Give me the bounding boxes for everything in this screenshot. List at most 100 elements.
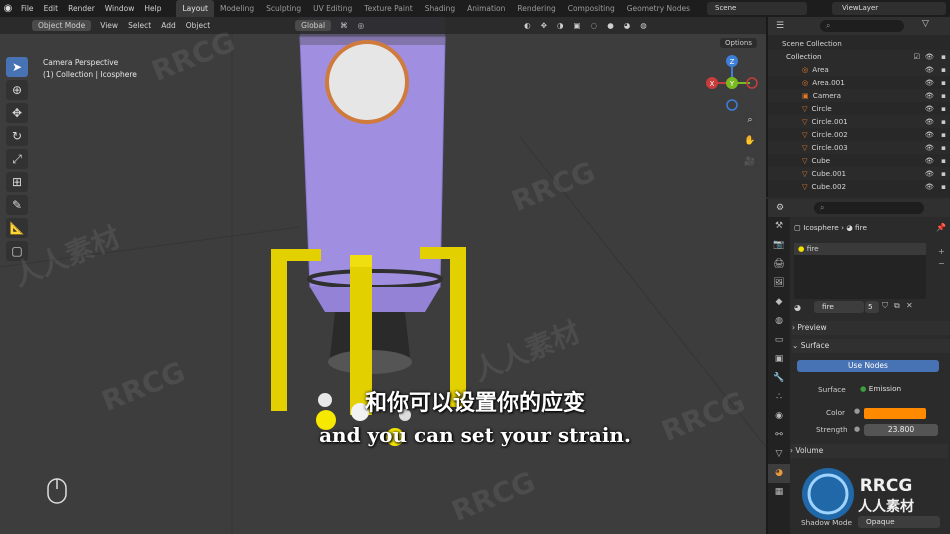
cursor-icon[interactable]: ⊕	[6, 80, 28, 100]
xray-icon[interactable]: ▣	[569, 21, 586, 30]
menu-help[interactable]: Help	[139, 0, 166, 17]
camera-render-icon[interactable]: ▪	[941, 50, 946, 63]
options-button[interactable]: Options	[720, 38, 758, 48]
modifier-tab-icon[interactable]: 🔧	[768, 369, 790, 388]
eye-icon[interactable]: 👁	[925, 115, 934, 128]
world-tab-icon[interactable]: ◍	[768, 312, 790, 331]
tab-sculpting[interactable]: Sculpting	[260, 0, 307, 17]
menu-file[interactable]: File	[16, 0, 39, 17]
color-swatch[interactable]	[864, 408, 926, 419]
select-box-icon[interactable]: ➤	[6, 57, 28, 77]
snap-icon[interactable]: ⌘	[335, 21, 353, 30]
object-tab-icon[interactable]: ▣	[768, 350, 790, 369]
use-nodes-button[interactable]: Use Nodes	[797, 360, 939, 372]
menu-object[interactable]: Object	[181, 21, 215, 30]
measure-icon[interactable]: 📐	[6, 218, 28, 238]
collection-row[interactable]: Collection ☑ 👁 ▪	[768, 50, 950, 63]
properties-search-icon[interactable]: ⌕	[814, 202, 924, 214]
annotate-icon[interactable]: ✎	[6, 195, 28, 215]
menu-add[interactable]: Add	[156, 21, 181, 30]
camera-render-icon[interactable]: ▪	[941, 115, 946, 128]
scene-selector[interactable]: Scene	[707, 2, 807, 15]
camera-view-icon[interactable]: 🎥	[742, 154, 758, 170]
camera-render-icon[interactable]: ▪	[941, 141, 946, 154]
3d-viewport[interactable]: Object Mode View Select Add Object Globa…	[0, 17, 766, 534]
camera-render-icon[interactable]: ▪	[941, 76, 946, 89]
transform-icon[interactable]: ⊞	[6, 172, 28, 192]
tab-rendering[interactable]: Rendering	[511, 0, 561, 17]
scale-icon[interactable]: ⤢	[6, 149, 28, 169]
camera-render-icon[interactable]: ▪	[941, 180, 946, 193]
proportional-edit-icon[interactable]: ◎	[353, 21, 370, 30]
tab-uv-editing[interactable]: UV Editing	[307, 0, 358, 17]
tool-tab-icon[interactable]: ⚒	[768, 217, 790, 236]
volume-panel-header[interactable]: › Volume	[790, 444, 948, 458]
navigation-gizmo[interactable]: Z Y X	[702, 53, 762, 113]
duplicate-icon[interactable]: ⧉	[894, 301, 900, 311]
collection-tab-icon[interactable]: ▭	[768, 331, 790, 350]
outliner-item[interactable]: ◎ Area.001 👁 ▪	[768, 76, 950, 89]
material-browse-icon[interactable]: ◕	[794, 303, 801, 312]
menu-select[interactable]: Select	[123, 21, 156, 30]
menu-render[interactable]: Render	[63, 0, 100, 17]
pan-hand-icon[interactable]: ✋	[742, 133, 758, 149]
outliner-item[interactable]: ▽ Cube.002 👁 ▪	[768, 180, 950, 193]
eye-icon[interactable]: 👁	[925, 154, 934, 167]
fake-user-icon[interactable]: ⛉	[882, 301, 888, 311]
camera-render-icon[interactable]: ▪	[941, 89, 946, 102]
material-slot-item[interactable]: ● fire	[794, 243, 926, 255]
tab-texture-paint[interactable]: Texture Paint	[358, 0, 418, 17]
outliner-item[interactable]: ◎ Area 👁 ▪	[768, 63, 950, 76]
tab-modeling[interactable]: Modeling	[214, 0, 260, 17]
outliner-search-icon[interactable]: ⌕	[820, 20, 904, 32]
scene-tab-icon[interactable]: ◆	[768, 293, 790, 312]
particles-tab-icon[interactable]: ∴	[768, 388, 790, 407]
menu-view[interactable]: View	[95, 21, 123, 30]
eye-icon[interactable]: 👁	[925, 50, 934, 63]
render-tab-icon[interactable]: 📷	[768, 236, 790, 255]
eye-icon[interactable]: 👁	[925, 167, 934, 180]
eye-icon[interactable]: 👁	[925, 89, 934, 102]
mode-dropdown[interactable]: Object Mode	[32, 20, 92, 31]
tab-layout[interactable]: Layout	[176, 0, 214, 17]
surface-shader-field[interactable]: ● Emission	[852, 383, 938, 395]
constraints-tab-icon[interactable]: ⚯	[768, 426, 790, 445]
socket-dot-icon[interactable]: ●	[854, 407, 860, 415]
checkbox-icon[interactable]: ☑	[914, 50, 920, 63]
eye-icon[interactable]: 👁	[925, 102, 934, 115]
material-name-field[interactable]: fire	[814, 301, 864, 313]
texture-tab-icon[interactable]: ▦	[768, 483, 790, 502]
pin-icon[interactable]: 📌	[936, 223, 946, 232]
camera-render-icon[interactable]: ▪	[941, 102, 946, 115]
view-layer-selector[interactable]: ViewLayer	[832, 2, 946, 15]
data-tab-icon[interactable]: ▽	[768, 445, 790, 464]
move-icon[interactable]: ✥	[6, 103, 28, 123]
eye-icon[interactable]: 👁	[925, 76, 934, 89]
eye-icon[interactable]: 👁	[925, 63, 934, 76]
zoom-icon[interactable]: ⌕	[742, 112, 758, 128]
tab-compositing[interactable]: Compositing	[562, 0, 621, 17]
socket-dot-icon[interactable]: ●	[854, 425, 860, 433]
unlink-icon[interactable]: ✕	[906, 301, 913, 310]
outliner-item[interactable]: ▽ Circle.003 👁 ▪	[768, 141, 950, 154]
camera-render-icon[interactable]: ▪	[941, 63, 946, 76]
rotate-icon[interactable]: ↻	[6, 126, 28, 146]
outliner-item[interactable]: ▽ Cube.001 👁 ▪	[768, 167, 950, 180]
tab-animation[interactable]: Animation	[461, 0, 511, 17]
eye-icon[interactable]: 👁	[925, 141, 934, 154]
eye-icon[interactable]: 👁	[925, 128, 934, 141]
overlay-icon[interactable]: ◑	[552, 21, 569, 30]
view-layer-tab-icon[interactable]: 🖼	[768, 274, 790, 293]
add-slot-icon[interactable]: +	[938, 247, 945, 256]
outliner-item[interactable]: ▣ Camera 👁 ▪	[768, 89, 950, 102]
camera-render-icon[interactable]: ▪	[941, 154, 946, 167]
orientation-dropdown[interactable]: Global	[295, 20, 332, 31]
menu-window[interactable]: Window	[100, 0, 140, 17]
surface-panel-header[interactable]: ⌄ Surface	[792, 339, 950, 353]
blender-logo-icon[interactable]: ◉	[0, 0, 16, 17]
camera-render-icon[interactable]: ▪	[941, 128, 946, 141]
shading-solid-icon[interactable]: ●	[602, 21, 619, 30]
menu-edit[interactable]: Edit	[39, 0, 64, 17]
users-count[interactable]: 5	[865, 301, 879, 313]
scene-collection-row[interactable]: Scene Collection	[768, 37, 950, 50]
